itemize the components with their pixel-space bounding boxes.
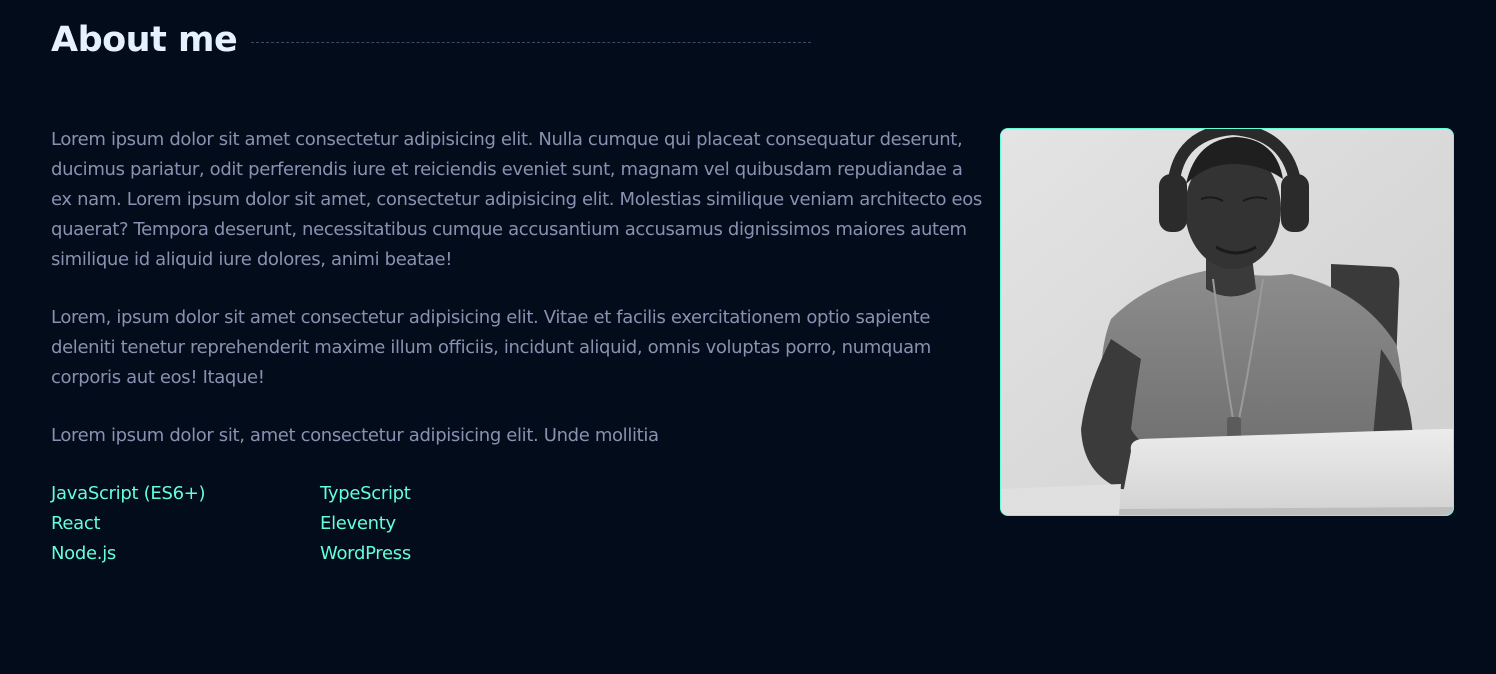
section-title: About me (51, 20, 238, 60)
about-text: Lorem ipsum dolor sit amet consectetur a… (51, 125, 986, 569)
skills-list: JavaScript (ES6+) TypeScript React Eleve… (51, 479, 986, 569)
about-paragraph-1: Lorem ipsum dolor sit amet consectetur a… (51, 129, 982, 270)
portrait-photo-icon (1001, 129, 1453, 515)
skill-item: JavaScript (ES6+) (51, 483, 206, 504)
profile-photo (1000, 128, 1454, 516)
skill-item: WordPress (320, 543, 411, 564)
skill-item: TypeScript (320, 483, 411, 504)
section-heading-row: About me (51, 14, 812, 66)
skill-item: React (51, 513, 101, 534)
heading-divider (251, 41, 812, 43)
about-section: About me Lorem ipsum dolor sit amet cons… (0, 0, 1496, 674)
skill-item: Eleventy (320, 513, 396, 534)
about-paragraph-3: Lorem ipsum dolor sit, amet consectetur … (51, 425, 659, 446)
about-paragraph-2: Lorem, ipsum dolor sit amet consectetur … (51, 307, 931, 388)
skill-item: Node.js (51, 543, 116, 564)
